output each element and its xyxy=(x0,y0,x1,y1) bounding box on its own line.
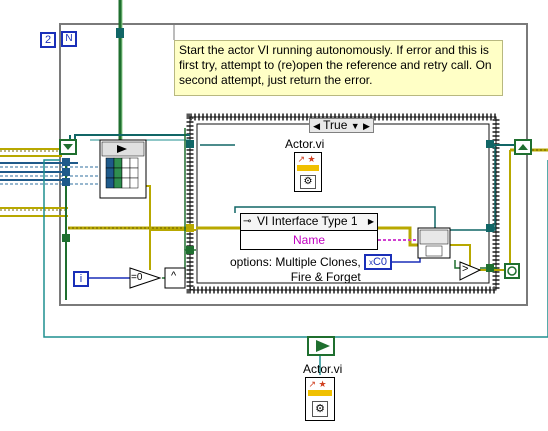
start-async-call-node xyxy=(417,227,451,259)
property-node-name[interactable]: Name xyxy=(241,231,377,249)
hex-value: C0 xyxy=(372,256,388,268)
iteration-count-constant[interactable]: 2 xyxy=(40,32,56,48)
comment-box: Start the actor VI running autonomously.… xyxy=(174,40,503,96)
property-node-class: VI Interface Type 1 xyxy=(257,214,358,228)
equal-zero-label: =0 xyxy=(131,272,143,283)
actor-vi-label-bottom: Actor.vi xyxy=(303,362,343,376)
iteration-terminal[interactable]: i xyxy=(73,271,89,287)
case-selector-label: True xyxy=(323,118,348,132)
loop-condition-icon xyxy=(504,263,520,279)
loop-count-terminal[interactable]: N xyxy=(61,31,77,47)
case-selector[interactable]: ◀ True ▼ ▶ xyxy=(309,118,374,133)
increment-arrow-icon[interactable]: ▶ xyxy=(363,120,370,133)
expand-arrow-icon: ▶ xyxy=(367,217,374,226)
greater-label: > xyxy=(462,263,469,275)
property-node[interactable]: ⊸ VI Interface Type 1 ▶ Name xyxy=(240,213,378,250)
actor-vi-bottom-icon[interactable]: ↗ ★ ⚙ xyxy=(305,377,335,421)
actor-vi-ref-icon[interactable]: ↗ ★ ⚙ xyxy=(294,152,322,192)
array-cluster-node xyxy=(99,139,147,199)
loop-count-label: N xyxy=(65,33,73,44)
options-hex-constant[interactable]: xC0 xyxy=(364,254,392,270)
and-label: ^ xyxy=(171,270,177,282)
actor-vi-label-inner: Actor.vi xyxy=(285,137,325,151)
decrement-arrow-icon[interactable]: ◀ xyxy=(313,120,320,133)
gear-icon: ⚙ xyxy=(312,401,328,417)
options-label: options: Multiple Clones, Fire & Forget xyxy=(230,255,361,284)
tunnel xyxy=(62,158,70,166)
key-icon: ⊸ xyxy=(243,216,252,227)
dropdown-arrow-icon[interactable]: ▼ xyxy=(351,120,360,133)
gear-icon: ⚙ xyxy=(300,175,316,189)
